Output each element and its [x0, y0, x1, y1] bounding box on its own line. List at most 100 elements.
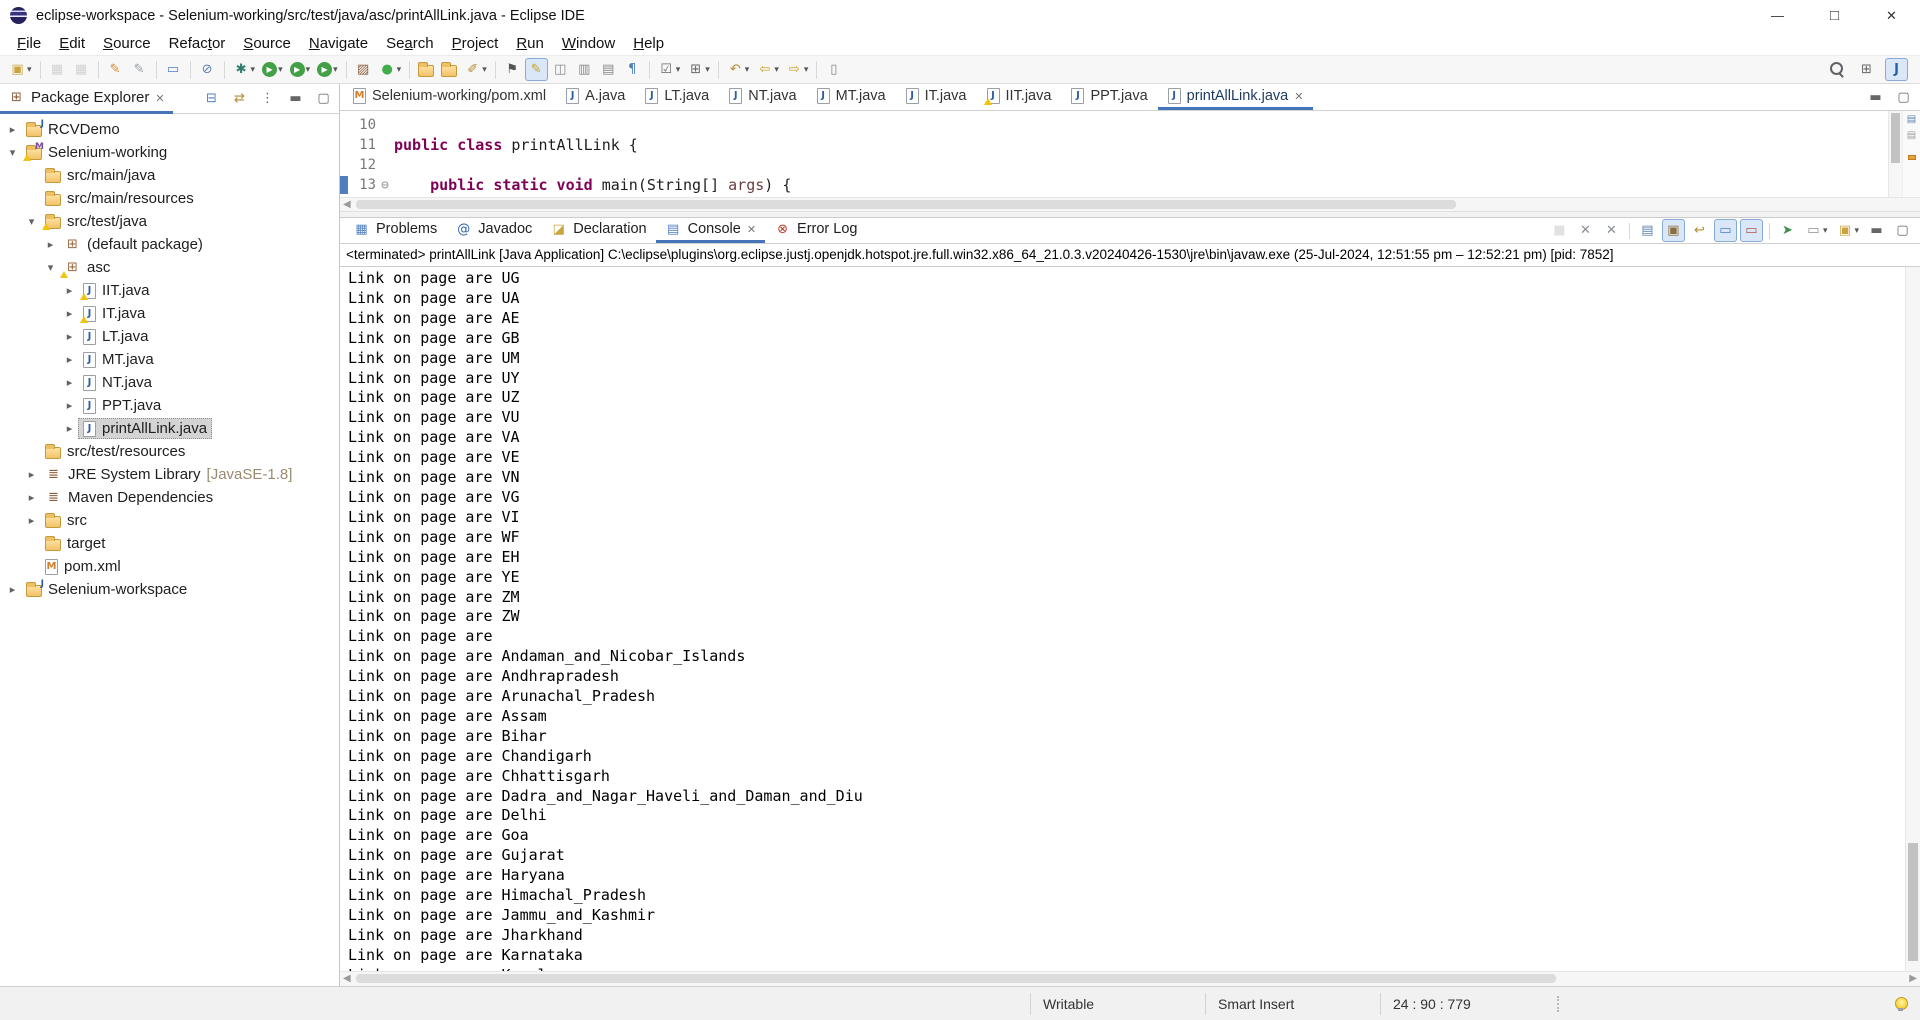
- maximize-button[interactable]: [1806, 0, 1863, 31]
- code-line-12[interactable]: 12: [340, 155, 1888, 175]
- view-menu-button[interactable]: ⋮: [256, 87, 279, 110]
- new-java-project-button[interactable]: ▨: [352, 58, 375, 81]
- scrollbar-thumb[interactable]: [356, 974, 1556, 983]
- back-button[interactable]: ⇦: [753, 58, 782, 81]
- fold-collapse-icon[interactable]: ⊖: [376, 178, 394, 193]
- editor-tab-iit-java[interactable]: IIT.java: [977, 84, 1062, 110]
- trim-stack-icon[interactable]: ▤: [1905, 129, 1919, 143]
- menu-file[interactable]: File: [8, 33, 50, 54]
- console-view-tab-problems[interactable]: ▦Problems: [344, 218, 446, 243]
- editor-tab-mt-java[interactable]: MT.java: [807, 84, 896, 110]
- display-selected-console-button[interactable]: ▭: [1802, 219, 1831, 242]
- menu-source[interactable]: Source: [94, 33, 160, 54]
- tree-item-src-test-resources[interactable]: src/test/resources: [0, 440, 339, 463]
- open-perspective-button[interactable]: ⊞: [1855, 58, 1878, 81]
- tree-collapsed-arrow-icon[interactable]: ▸: [23, 514, 40, 527]
- scribble-gray-button[interactable]: ✎: [128, 58, 151, 81]
- close-tab-icon[interactable]: [747, 221, 756, 237]
- show-stdout-button[interactable]: ▭: [1714, 219, 1737, 242]
- terminate-button[interactable]: ■: [1548, 219, 1571, 242]
- open-folder-button[interactable]: [415, 59, 437, 80]
- tree-item-selenium-working[interactable]: ▾Selenium-working: [0, 141, 339, 164]
- tree-item-src-test-java[interactable]: ▾src/test/java: [0, 210, 339, 233]
- scrollbar-thumb[interactable]: [356, 200, 1456, 209]
- tree-collapsed-arrow-icon[interactable]: ▸: [61, 284, 78, 297]
- tree-collapsed-arrow-icon[interactable]: ▸: [61, 422, 78, 435]
- tree-item-lt-java[interactable]: ▸LT.java: [0, 325, 339, 348]
- tree-item-maven-dependencies[interactable]: ▸≣Maven Dependencies: [0, 486, 339, 509]
- menu-edit[interactable]: Edit: [50, 33, 94, 54]
- remove-launch-button[interactable]: ✕: [1574, 219, 1597, 242]
- minimize-view-button[interactable]: ▬: [1865, 219, 1888, 242]
- close-button[interactable]: [1863, 0, 1920, 31]
- editor-tab-a-java[interactable]: A.java: [556, 84, 635, 110]
- profile-button[interactable]: ▶: [314, 59, 341, 80]
- menu-help[interactable]: Help: [624, 33, 673, 54]
- tree-item-nt-java[interactable]: ▸NT.java: [0, 371, 339, 394]
- console-output[interactable]: Link on page are UGLink on page are UALi…: [340, 267, 1905, 971]
- remove-all-terminated-button[interactable]: ✕: [1600, 219, 1623, 242]
- tree-collapsed-arrow-icon[interactable]: ▸: [61, 399, 78, 412]
- tree-collapsed-arrow-icon[interactable]: ▸: [61, 353, 78, 366]
- tree-item-src[interactable]: ▸src: [0, 509, 339, 532]
- flag-button[interactable]: ⚑: [501, 58, 524, 81]
- close-view-icon[interactable]: [155, 89, 164, 106]
- search-button[interactable]: [1825, 58, 1848, 81]
- console-horizontal-scrollbar[interactable]: ◀ ▶: [340, 971, 1920, 986]
- editor-console-sash[interactable]: [340, 211, 1920, 218]
- tree-item-pom-xml[interactable]: pom.xml: [0, 555, 339, 578]
- menu-navigate[interactable]: Navigate: [300, 33, 377, 54]
- pilcrow-button[interactable]: ¶: [621, 58, 644, 81]
- code-line-13[interactable]: 13⊖ public static void main(String[] arg…: [340, 175, 1888, 195]
- console-view-tab-declaration[interactable]: ◪Declaration: [541, 218, 655, 243]
- minimize-button[interactable]: [1749, 0, 1806, 31]
- list-page-button[interactable]: ▤: [597, 58, 620, 81]
- task-window-button[interactable]: ▭: [162, 58, 185, 81]
- console-view-tab-error-log[interactable]: ⊗Error Log: [765, 218, 866, 243]
- editor[interactable]: 1011public class printAllLink {1213⊖ pub…: [340, 111, 1920, 197]
- tree-item-selenium-workspace[interactable]: ▸Selenium-workspace: [0, 578, 339, 601]
- tree-collapsed-arrow-icon[interactable]: ▸: [23, 468, 40, 481]
- tree-item-printalllink-java[interactable]: ▸printAllLink.java: [0, 417, 339, 440]
- debug-button[interactable]: ✱: [230, 58, 259, 81]
- open-console-button[interactable]: ▣: [1833, 219, 1862, 242]
- tree-collapsed-arrow-icon[interactable]: ▸: [61, 307, 78, 320]
- new-java-class-button[interactable]: ●: [376, 58, 405, 81]
- paintbrush-button[interactable]: ✐: [461, 58, 490, 81]
- maximize-view-button[interactable]: ▢: [1892, 86, 1915, 109]
- show-stderr-button[interactable]: ▭: [1740, 219, 1763, 242]
- scrollbar-thumb[interactable]: [1908, 843, 1918, 961]
- tree-expanded-arrow-icon[interactable]: ▾: [23, 215, 40, 228]
- close-tab-icon[interactable]: [1294, 88, 1303, 104]
- coverage-button[interactable]: ▶: [287, 59, 314, 80]
- menu-window[interactable]: Window: [553, 33, 624, 54]
- prev-edit-button[interactable]: ↶: [724, 58, 753, 81]
- scroll-left-arrow-icon[interactable]: ◀: [343, 199, 351, 210]
- tree-item-rcvdemo[interactable]: ▸RCVDemo: [0, 118, 339, 141]
- tree-expanded-arrow-icon[interactable]: ▾: [4, 146, 21, 159]
- trim-stack-icon[interactable]: ▤: [1905, 113, 1919, 127]
- tree-collapsed-arrow-icon[interactable]: ▸: [61, 376, 78, 389]
- console-view-tab-javadoc[interactable]: @Javadoc: [446, 218, 541, 243]
- editor-vertical-scrollbar[interactable]: [1888, 111, 1902, 197]
- tree-item-src-main-resources[interactable]: src/main/resources: [0, 187, 339, 210]
- code-area[interactable]: 1011public class printAllLink {1213⊖ pub…: [340, 111, 1888, 197]
- scroll-right-arrow-icon[interactable]: ▶: [1909, 973, 1917, 984]
- tree-view-button[interactable]: ⊞: [684, 58, 713, 81]
- console-view-tab-console[interactable]: ▤Console: [656, 218, 765, 243]
- statusbar-drag-handle[interactable]: [1557, 996, 1559, 1012]
- collapse-all-button[interactable]: ⊟: [200, 87, 223, 110]
- tree-expanded-arrow-icon[interactable]: ▾: [42, 261, 59, 274]
- checklist-button[interactable]: ☑: [655, 58, 684, 81]
- editor-tab-lt-java[interactable]: LT.java: [635, 84, 719, 110]
- tree-collapsed-arrow-icon[interactable]: ▸: [61, 330, 78, 343]
- save-all-button[interactable]: ▦: [70, 58, 93, 81]
- tree-item-jre-system-library[interactable]: ▸≣JRE System Library [JavaSE-1.8]: [0, 463, 339, 486]
- editor-tab-it-java[interactable]: IT.java: [896, 84, 977, 110]
- minimize-view-button[interactable]: ▬: [1864, 86, 1887, 109]
- tree-item-asc[interactable]: ▾⊞asc: [0, 256, 339, 279]
- tree-item-target[interactable]: target: [0, 532, 339, 555]
- menu-project[interactable]: Project: [443, 33, 508, 54]
- clear-console-button[interactable]: ▤: [1636, 219, 1659, 242]
- pin-console-button[interactable]: ➤: [1776, 219, 1799, 242]
